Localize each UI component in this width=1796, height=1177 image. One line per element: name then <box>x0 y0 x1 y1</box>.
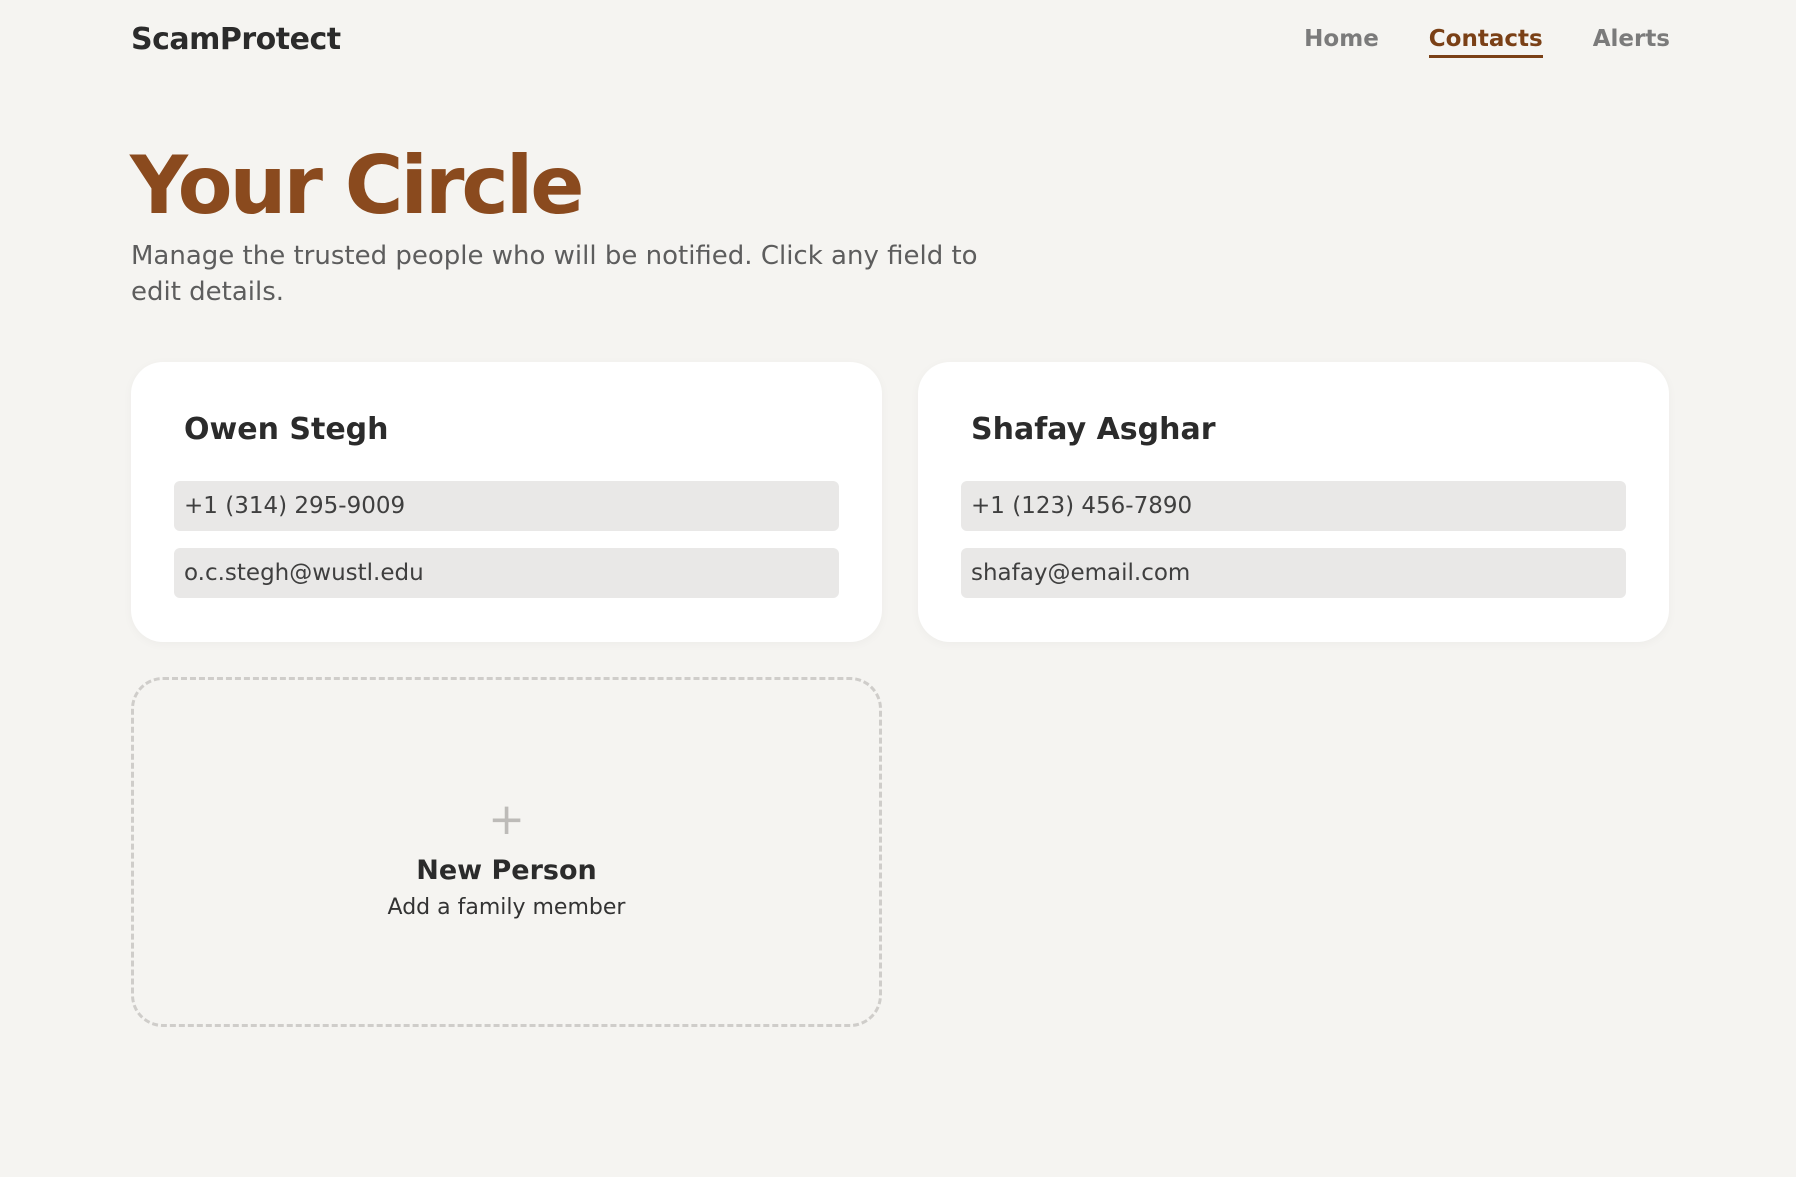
contact-card: Shafay Asghar +1 (123) 456-7890 shafay@e… <box>918 362 1669 642</box>
contact-card: Owen Stegh +1 (314) 295-9009 o.c.stegh@w… <box>131 362 882 642</box>
phone-field[interactable]: +1 (123) 456-7890 <box>961 481 1626 531</box>
email-field[interactable]: shafay@email.com <box>961 548 1626 598</box>
add-person-subtitle: Add a family member <box>387 895 626 920</box>
page-subtitle: Manage the trusted people who will be no… <box>131 241 978 307</box>
nav-link-contacts[interactable]: Contacts <box>1428 26 1543 58</box>
phone-field[interactable]: +1 (314) 295-9009 <box>174 481 839 531</box>
nav-link-home[interactable]: Home <box>1304 26 1379 58</box>
email-field[interactable]: o.c.stegh@wustl.edu <box>174 548 839 598</box>
add-person-button[interactable]: + New Person Add a family member <box>131 677 882 1027</box>
contact-name[interactable]: Owen Stegh <box>184 412 389 447</box>
nav-link-alerts[interactable]: Alerts <box>1593 26 1670 58</box>
contact-name[interactable]: Shafay Asghar <box>971 412 1216 447</box>
add-person-title: New Person <box>416 855 597 886</box>
top-navbar: ScamProtect Home Contacts Alerts <box>131 0 1670 84</box>
main-nav: Home Contacts Alerts <box>1304 26 1670 58</box>
plus-icon: + <box>488 794 525 845</box>
app-logo[interactable]: ScamProtect <box>131 22 341 57</box>
page-title: Your Circle <box>130 139 584 232</box>
